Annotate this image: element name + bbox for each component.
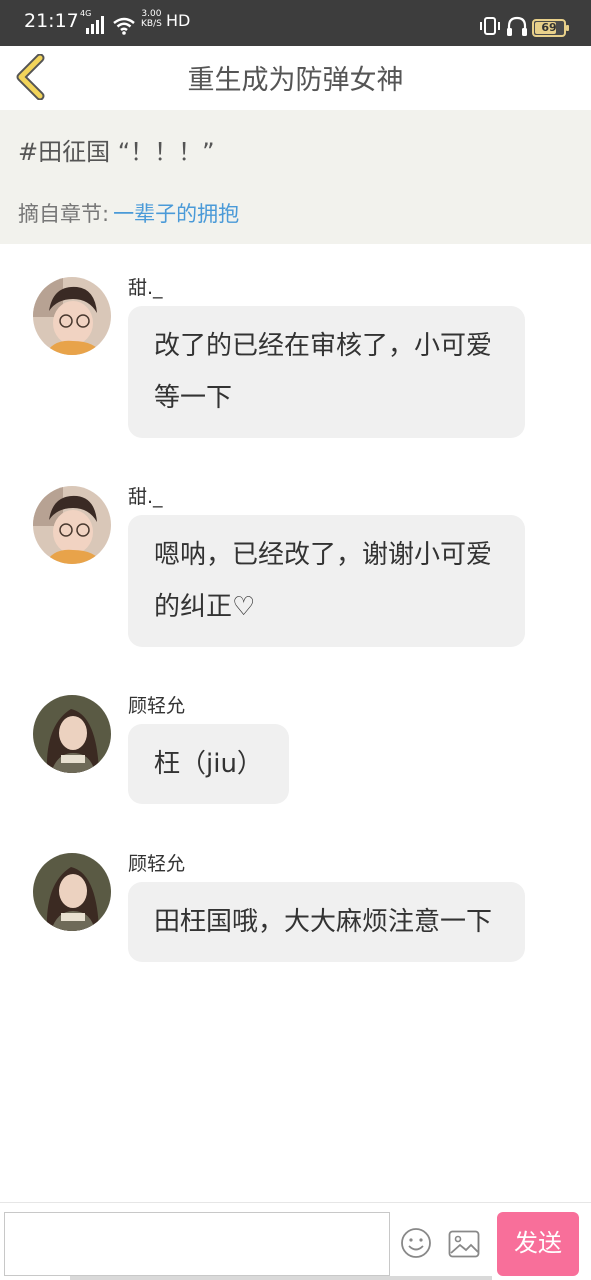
net-speed-unit: KB/S bbox=[141, 19, 162, 29]
headset-icon bbox=[507, 16, 527, 36]
chapter-link[interactable]: 一辈子的拥抱 bbox=[113, 202, 239, 226]
nav-gesture-bar bbox=[70, 1276, 492, 1280]
status-bar: 21:17 4G 3.00 KB/S HD 69 bbox=[0, 0, 591, 46]
sender-name: 顾轻允 bbox=[128, 853, 186, 875]
message-bubble[interactable]: 田枉国哦，大大麻烦注意一下 bbox=[128, 882, 525, 962]
vibrate-icon bbox=[480, 17, 500, 35]
topic-banner: #田征国 “！！！” 摘自章节: 一辈子的拥抱 bbox=[0, 110, 591, 244]
avatar[interactable] bbox=[33, 853, 111, 931]
input-bar: 发送 bbox=[0, 1202, 591, 1280]
wifi-icon bbox=[113, 17, 135, 35]
avatar[interactable] bbox=[33, 486, 111, 564]
battery-tip bbox=[566, 25, 569, 31]
sender-name: 顾轻允 bbox=[128, 695, 186, 717]
avatar[interactable] bbox=[33, 277, 111, 355]
sender-name: 甜._ bbox=[128, 486, 163, 508]
message-input[interactable] bbox=[4, 1212, 390, 1276]
app-header: 重生成为防弹女神 bbox=[0, 46, 591, 110]
image-icon[interactable] bbox=[448, 1230, 480, 1258]
avatar[interactable] bbox=[33, 695, 111, 773]
avatar-child-image bbox=[33, 277, 111, 355]
hd-indicator: HD bbox=[166, 11, 191, 30]
battery-icon: 69 bbox=[532, 19, 569, 37]
topic-title: #田征国 “！！！” bbox=[18, 138, 215, 166]
signal-icon bbox=[86, 16, 104, 34]
sender-name: 甜._ bbox=[128, 277, 163, 299]
message-bubble[interactable]: 枉（jiu） bbox=[128, 724, 289, 804]
message-bubble[interactable]: 改了的已经在审核了，小可爱等一下 bbox=[128, 306, 525, 438]
chapter-source: 摘自章节: 一辈子的拥抱 bbox=[18, 198, 239, 228]
battery-level: 69 bbox=[541, 21, 557, 34]
emoji-icon[interactable] bbox=[400, 1227, 432, 1259]
page-title: 重生成为防弹女神 bbox=[187, 65, 404, 96]
status-time: 21:17 bbox=[24, 10, 79, 32]
net-speed-value: 3.00 bbox=[141, 9, 162, 19]
net-speed: 3.00 KB/S bbox=[141, 9, 162, 29]
send-button[interactable]: 发送 bbox=[497, 1212, 579, 1276]
chapter-label: 摘自章节: bbox=[18, 202, 110, 226]
message-bubble[interactable]: 嗯呐，已经改了，谢谢小可爱的纠正♡ bbox=[128, 515, 525, 647]
avatar-woman-image bbox=[33, 853, 111, 931]
avatar-child-image bbox=[33, 486, 111, 564]
avatar-woman-image bbox=[33, 695, 111, 773]
